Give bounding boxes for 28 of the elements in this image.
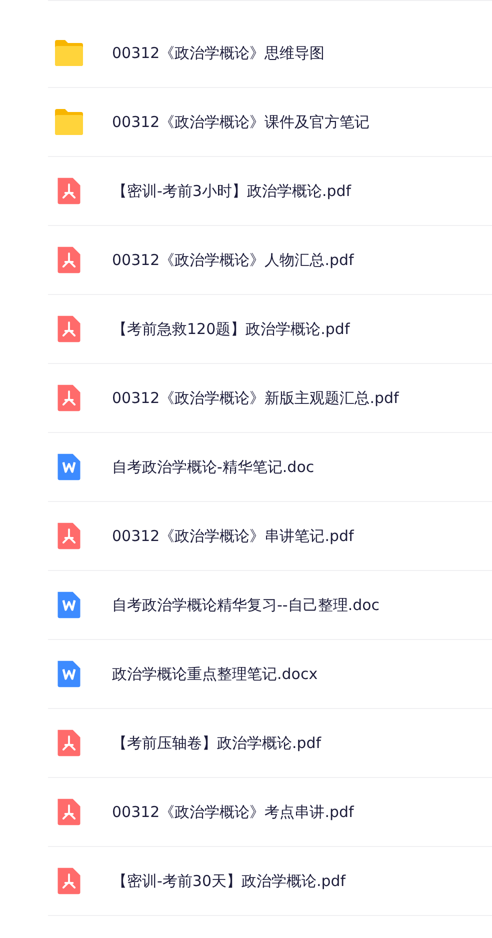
file-row[interactable]: 00312《政治学概论》课件及官方笔记 [48, 88, 492, 157]
file-name: 00312《政治学概论》思维导图 [112, 44, 325, 62]
file-name: 自考政治学概论-精华笔记.doc [112, 458, 314, 476]
file-row[interactable]: 00312《政治学概论》新版主观题汇总.pdf [48, 364, 492, 433]
folder-icon [53, 107, 85, 137]
file-name: 政治学概论重点整理笔记.docx [112, 664, 318, 684]
file-row[interactable]: 00312《政治学概论》人物汇总.pdf [48, 226, 492, 295]
file-row[interactable]: 【密训-考前30天】政治学概论.pdf [48, 847, 492, 916]
file-row[interactable]: 自考政治学概论-精华笔记.doc [48, 433, 492, 502]
file-name: 00312《政治学概论》新版主观题汇总.pdf [112, 388, 399, 408]
file-name: 00312《政治学概论》人物汇总.pdf [112, 250, 354, 270]
file-name: 00312《政治学概论》考点串讲.pdf [112, 802, 354, 822]
file-row[interactable]: 自考政治学概论精华复习--自己整理.doc [48, 571, 492, 640]
file-name: 【考前急救120题】政治学概论.pdf [112, 320, 350, 338]
file-name: 00312《政治学概论》课件及官方笔记 [112, 112, 370, 132]
file-row[interactable]: 【密训-考前3小时】政治学概论.pdf [48, 157, 492, 226]
file-row[interactable]: 【考前急救120题】政治学概论.pdf [48, 295, 492, 364]
file-row[interactable]: 00312《政治学概论》串讲笔记.pdf [48, 502, 492, 571]
file-name: 【密训-考前3小时】政治学概论.pdf [112, 182, 352, 200]
file-row[interactable]: 政治学概论重点整理笔记.docx [48, 640, 492, 709]
file-name: 【密训-考前30天】政治学概论.pdf [112, 872, 346, 890]
file-row[interactable]: 00312《政治学概论》思维导图 [48, 19, 492, 88]
file-name: 自考政治学概论精华复习--自己整理.doc [112, 596, 380, 614]
file-name: 【考前压轴卷】政治学概论.pdf [112, 734, 322, 752]
file-name: 00312《政治学概论》串讲笔记.pdf [112, 526, 354, 546]
file-row[interactable]: 00312《政治学概论》考点串讲.pdf [48, 778, 492, 847]
folder-icon [53, 38, 85, 68]
file-row[interactable]: 【考前压轴卷】政治学概论.pdf [48, 709, 492, 778]
